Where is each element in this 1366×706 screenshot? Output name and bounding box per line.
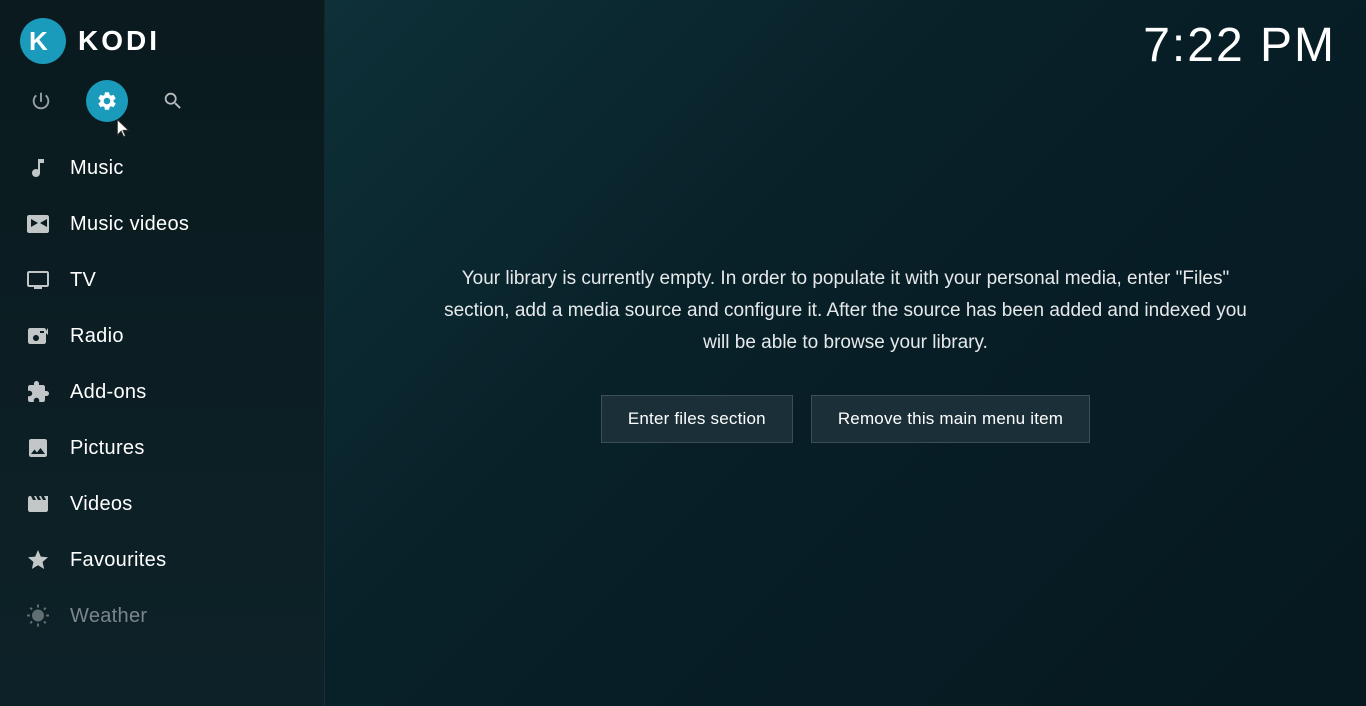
favourites-label: Favourites — [70, 549, 166, 572]
search-icon — [162, 90, 184, 112]
app-header: K KODI — [0, 0, 324, 74]
sidebar-item-videos[interactable]: Videos — [0, 476, 324, 532]
addons-icon — [24, 378, 52, 406]
power-button[interactable] — [20, 80, 62, 122]
music-icon — [24, 154, 52, 182]
radio-icon — [24, 322, 52, 350]
main-content: 7:22 PM Your library is currently empty.… — [325, 0, 1366, 706]
clock: 7:22 PM — [1143, 18, 1336, 73]
library-empty-message: Your library is currently empty. In orde… — [436, 263, 1256, 360]
power-icon — [30, 90, 52, 112]
app-title: KODI — [78, 25, 160, 57]
sidebar-item-add-ons[interactable]: Add-ons — [0, 364, 324, 420]
search-button[interactable] — [152, 80, 194, 122]
radio-label: Radio — [70, 325, 124, 348]
settings-button[interactable] — [86, 80, 128, 122]
sidebar-item-favourites[interactable]: Favourites — [0, 532, 324, 588]
addons-label: Add-ons — [70, 381, 147, 404]
content-area: Your library is currently empty. In orde… — [325, 0, 1366, 706]
sidebar-item-weather[interactable]: Weather — [0, 588, 324, 644]
videos-icon — [24, 490, 52, 518]
sidebar-item-music[interactable]: Music — [0, 140, 324, 196]
kodi-logo-icon: K — [20, 18, 66, 64]
music-label: Music — [70, 157, 124, 180]
favourites-icon — [24, 546, 52, 574]
pictures-label: Pictures — [70, 437, 145, 460]
settings-icon — [96, 90, 118, 112]
sidebar: K KODI Music — [0, 0, 325, 706]
weather-icon — [24, 602, 52, 630]
music-videos-icon — [24, 210, 52, 238]
top-icon-bar — [0, 74, 324, 136]
svg-text:K: K — [29, 26, 48, 56]
tv-icon — [24, 266, 52, 294]
action-buttons: Enter files section Remove this main men… — [601, 395, 1090, 443]
sidebar-item-radio[interactable]: Radio — [0, 308, 324, 364]
weather-label: Weather — [70, 605, 147, 628]
nav-menu: Music Music videos TV Radio — [0, 136, 324, 706]
enter-files-button[interactable]: Enter files section — [601, 395, 793, 443]
pictures-icon — [24, 434, 52, 462]
remove-menu-item-button[interactable]: Remove this main menu item — [811, 395, 1090, 443]
tv-label: TV — [70, 269, 96, 292]
videos-label: Videos — [70, 493, 133, 516]
sidebar-item-pictures[interactable]: Pictures — [0, 420, 324, 476]
sidebar-item-tv[interactable]: TV — [0, 252, 324, 308]
sidebar-item-music-videos[interactable]: Music videos — [0, 196, 324, 252]
music-videos-label: Music videos — [70, 213, 189, 236]
